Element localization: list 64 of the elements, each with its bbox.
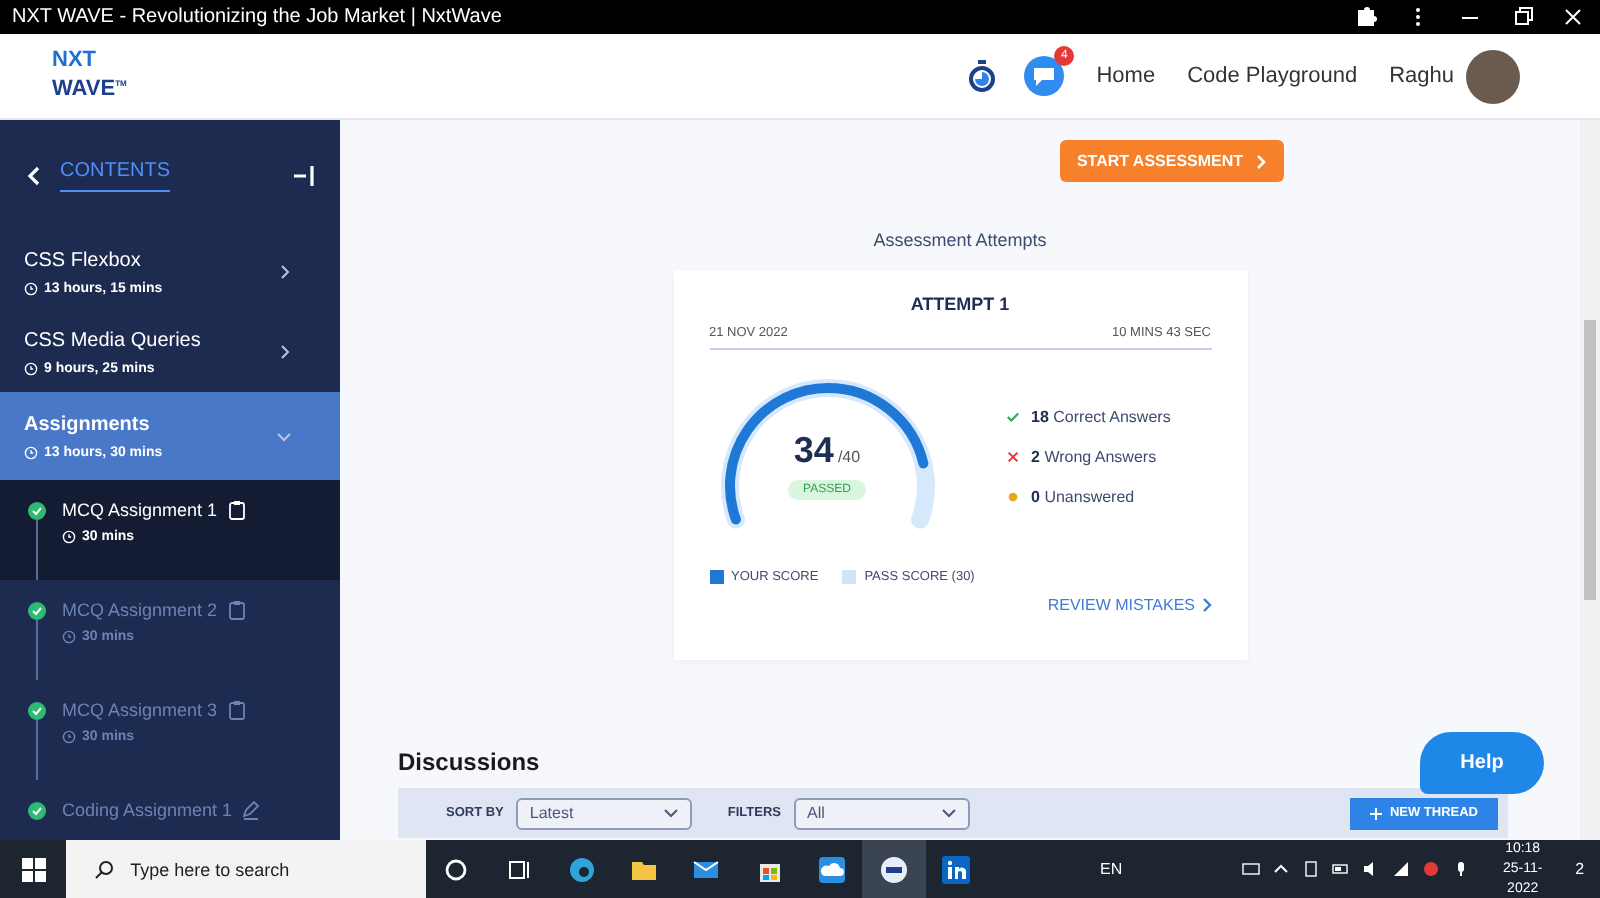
cross-icon [1005, 449, 1019, 463]
chevron-icon [276, 428, 292, 444]
clock-icon [62, 730, 76, 744]
caret-icon [663, 808, 678, 818]
section-title: Assessment Attempts [873, 230, 1047, 250]
clipboard-icon [227, 500, 246, 520]
chevron-icon [1255, 153, 1268, 169]
chevron-icon [1201, 598, 1211, 612]
nav-link[interactable]: Home [1096, 64, 1156, 88]
clock-icon [24, 445, 38, 459]
stat-text: 2 Wrong Answers [1031, 447, 1157, 465]
windows-icon[interactable] [21, 857, 46, 881]
back-icon[interactable] [24, 166, 44, 186]
scrollbar[interactable] [1580, 120, 1600, 840]
stopwatch-icon[interactable] [968, 60, 997, 92]
user-name[interactable]: Raghu [1389, 64, 1454, 88]
clipboard-icon [227, 700, 246, 720]
mail-icon[interactable] [692, 855, 721, 883]
clock-icon [24, 281, 38, 295]
linkedin-icon[interactable] [942, 855, 971, 883]
nav-link[interactable]: Code Playground [1187, 64, 1358, 88]
chat-icon[interactable] [1024, 56, 1065, 96]
taskbar-search-field[interactable]: Type here to search [66, 840, 426, 898]
battery-icon[interactable] [1332, 860, 1351, 878]
plus-icon [1369, 807, 1382, 819]
discussions-title: Discussions [398, 748, 540, 776]
dot-icon [1005, 489, 1019, 503]
circle-icon[interactable] [442, 855, 471, 883]
clock-icon [24, 361, 38, 375]
wifi-icon[interactable] [1392, 860, 1411, 878]
review-mistakes-link[interactable]: REVIEW MISTAKES [1047, 596, 1211, 614]
clock-icon [62, 630, 76, 644]
avatar[interactable] [1466, 49, 1520, 103]
score-total: /40 [837, 448, 861, 466]
window-title: NXT WAVE - Revolutionizing the Job Market | NxtWave [12, 6, 504, 28]
assignment-item[interactable]: Coding Assignment 1 [0, 780, 340, 840]
check-icon [1005, 409, 1019, 423]
score-value: 34 [793, 430, 834, 472]
stat-text: 0 Unanswered [1031, 487, 1135, 505]
keyboard-icon[interactable] [1242, 860, 1261, 878]
search-icon [94, 859, 115, 879]
chevron-up-icon[interactable] [1272, 860, 1291, 878]
pencil-icon [242, 800, 261, 820]
language-indicator[interactable]: EN [1099, 860, 1123, 878]
collapse-icon[interactable] [292, 164, 316, 188]
sort-dropdown[interactable]: Latest [515, 797, 692, 829]
help-button[interactable]: Help [1420, 732, 1544, 794]
chevron-icon [276, 344, 292, 360]
legend-swatch [709, 570, 723, 584]
app-icon[interactable] [880, 855, 909, 883]
legend-swatch [842, 570, 857, 584]
chevron-icon [276, 264, 292, 280]
notification-count[interactable]: 2 [1575, 860, 1585, 878]
browser-icon[interactable] [567, 855, 596, 883]
filter-dropdown[interactable]: All [793, 797, 970, 829]
caret-icon [941, 808, 956, 818]
cloud-icon[interactable] [817, 855, 846, 883]
attempt-title: ATTEMPT 1 [908, 294, 1012, 314]
task-view-icon[interactable] [504, 855, 533, 883]
stat-text: 18 Correct Answers [1031, 407, 1171, 425]
clock-icon [62, 530, 76, 544]
clipboard-icon [227, 600, 246, 620]
device-icon[interactable] [1302, 860, 1321, 878]
contents-title: CONTENTS [60, 160, 170, 192]
